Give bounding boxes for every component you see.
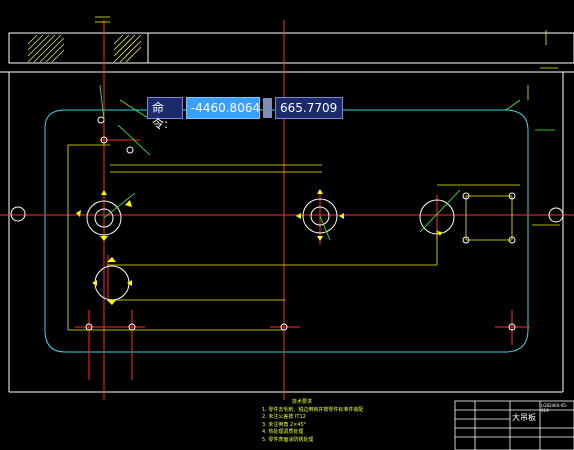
x-coordinate-input[interactable]: -4460.8064 (185, 97, 260, 119)
drawing-code: LGB2460-05-019 (541, 403, 568, 413)
holes (10, 116, 564, 331)
command-prompt-label: 命令: (147, 97, 183, 131)
note-item-2: 2. 未注公差按 IT12 (262, 414, 306, 420)
hole-markers (76, 189, 442, 305)
note-item-4: 4. 热处理调质处理 (262, 429, 304, 435)
hatch-pattern (27, 34, 142, 63)
note-item-3: 3. 未注倒角 2×45° (262, 421, 307, 428)
part-name: 大吊板 (512, 413, 536, 422)
outer-slot-outline (44, 109, 529, 353)
note-item-5: 5. 零件表面涂防锈处理 (262, 436, 314, 443)
hole-bottom-left (94, 265, 130, 301)
centerlines (0, 20, 574, 400)
notes-title: 技术要求 (292, 399, 313, 405)
dimension-lines (67, 16, 560, 331)
cad-drawing-canvas[interactable] (0, 0, 574, 450)
note-item-1: 1. 零件去毛刺、锐边倒钝并按零件标准件装配 (262, 406, 364, 413)
technical-notes: 技术要求 1. 零件去毛刺、锐边倒钝并按零件标准件装配 2. 未注公差按 IT1… (262, 399, 412, 444)
y-coordinate-input[interactable]: 665.7709 (275, 97, 343, 119)
input-separator (262, 98, 272, 118)
command-input-panel[interactable]: 命令: -4460.8064 665.7709 (147, 97, 343, 131)
top-section-view (0, 32, 574, 393)
